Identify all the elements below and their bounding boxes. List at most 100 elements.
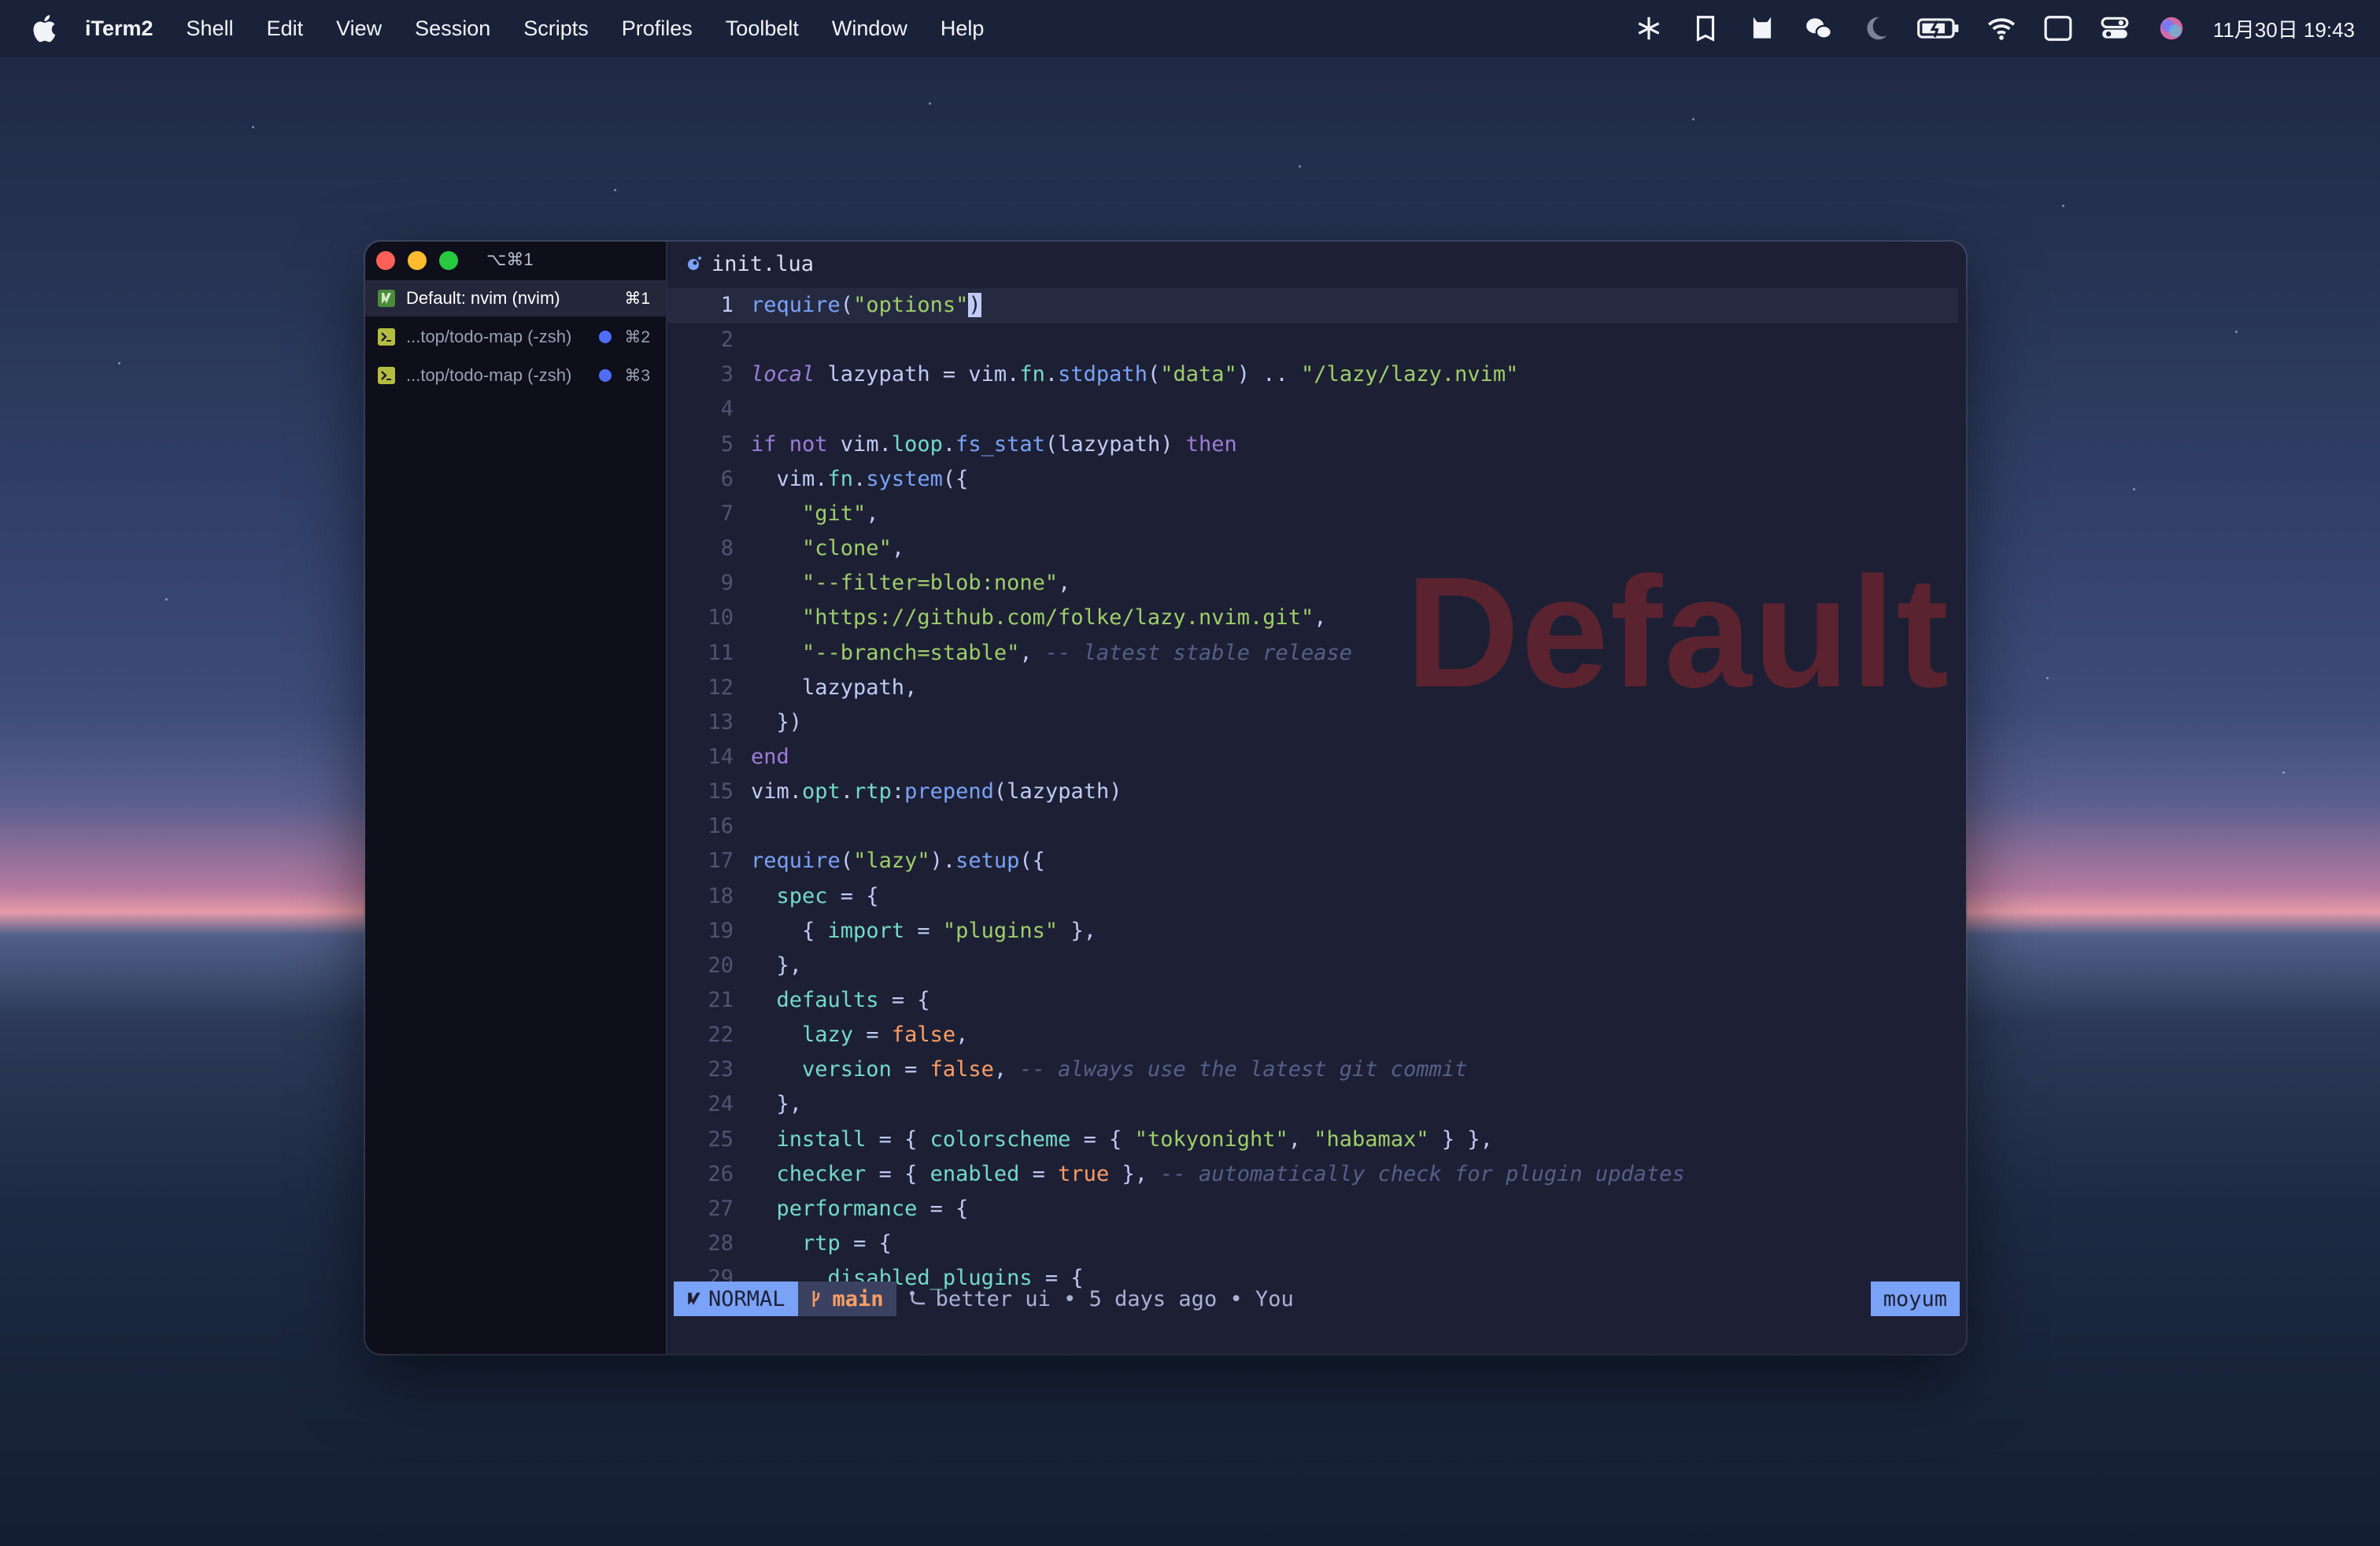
line-number: 22 <box>708 1023 734 1048</box>
line-number: 23 <box>708 1057 734 1082</box>
line-number: 11 <box>708 640 734 665</box>
buffer-filename: init.lua <box>711 251 815 276</box>
minimize-window-button[interactable] <box>408 251 427 270</box>
window-shortcut: ⌥⌘1 <box>486 250 534 269</box>
menu-session[interactable]: Session <box>415 17 490 41</box>
code-line[interactable]: 4 <box>667 392 1958 427</box>
menu-app-name[interactable]: iTerm2 <box>85 17 153 41</box>
tab-zsh-1[interactable]: ...top/todo-map (-zsh) ⌘2 <box>365 319 666 355</box>
line-text: local lazypath = vim.fn.stdpath("data") … <box>751 362 1519 387</box>
tab-title: Default: nvim (nvim) <box>406 288 560 308</box>
code-line[interactable]: 5 if not vim.loop.fs_stat(lazypath) then <box>667 427 1958 462</box>
line-text: end <box>751 744 789 769</box>
git-branch-icon <box>812 1291 819 1307</box>
cat-icon[interactable] <box>1747 13 1777 43</box>
code-line[interactable]: 6 vim.fn.system({ <box>667 462 1958 497</box>
siri-icon[interactable] <box>2156 13 2186 43</box>
code-line[interactable]: 1 require("options") <box>667 288 1958 323</box>
line-text: vim.opt.rtp:prepend(lazypath) <box>751 779 1122 804</box>
code-line[interactable]: 14 end <box>667 740 1958 775</box>
mode-indicator: NORMAL <box>674 1282 798 1316</box>
wifi-icon[interactable] <box>1986 13 2016 43</box>
nvim-editor[interactable]: init.lua Default 1 require("options") 2 3 lo… <box>667 242 1966 1354</box>
line-text: }, <box>751 952 803 978</box>
code-line[interactable]: 9 "--filter=blob:none", <box>667 566 1958 601</box>
tab-title: ...top/todo-map (-zsh) <box>406 327 572 346</box>
code-line[interactable]: 8 "clone", <box>667 531 1958 566</box>
tab-zsh-2[interactable]: ...top/todo-map (-zsh) ⌘3 <box>365 357 666 394</box>
line-number: 7 <box>720 501 734 526</box>
code-line[interactable]: 28 rtp = { <box>667 1226 1958 1261</box>
line-number: 8 <box>720 536 734 561</box>
line-text: performance = { <box>776 1196 969 1221</box>
code-line[interactable]: 11 "--branch=stable", -- latest stable r… <box>667 636 1958 671</box>
line-number: 20 <box>708 952 734 978</box>
code-line[interactable]: 24 }, <box>667 1087 1958 1122</box>
code-line[interactable]: 7 "git", <box>667 497 1958 531</box>
line-text: if not vim.loop.fs_stat(lazypath) then <box>751 431 1237 457</box>
code-line[interactable]: 10 "https://github.com/folke/lazy.nvim.g… <box>667 601 1958 635</box>
input-method-icon[interactable] <box>2043 13 2073 43</box>
git-blame: better ui • 5 days ago • You <box>909 1287 1294 1311</box>
code-line[interactable]: 3 local lazypath = vim.fn.stdpath("data")… <box>667 357 1958 392</box>
line-text: lazy = false, <box>802 1023 969 1048</box>
menu-bar: iTerm2 Shell Edit View Session Scripts P… <box>0 0 2380 57</box>
menu-profiles[interactable]: Profiles <box>622 17 693 41</box>
tab-shortcut: ⌘3 <box>624 366 650 385</box>
wechat-icon[interactable] <box>1804 13 1834 43</box>
line-number: 1 <box>720 293 734 317</box>
menu-toolbelt[interactable]: Toolbelt <box>726 17 799 41</box>
menu-help[interactable]: Help <box>941 17 985 41</box>
screen-sharing-icon[interactable] <box>1634 13 1664 43</box>
line-number: 13 <box>708 709 734 734</box>
status-line: NORMAL main better ui • 5 days ago • You… <box>674 1282 1960 1316</box>
line-number: 25 <box>708 1126 734 1152</box>
battery-charging-icon[interactable] <box>1916 13 1960 43</box>
code-line[interactable]: 26 checker = { enabled = true }, -- auto… <box>667 1157 1958 1192</box>
line-text: rtp = { <box>802 1231 892 1256</box>
line-number: 26 <box>708 1161 734 1186</box>
buffer-tab[interactable]: init.lua <box>667 242 814 286</box>
code-line[interactable]: 15 vim.opt.rtp:prepend(lazypath) <box>667 775 1958 809</box>
line-text: lazypath, <box>751 675 918 700</box>
commit-icon <box>909 1291 925 1305</box>
line-text: "https://github.com/folke/lazy.nvim.git"… <box>802 605 1327 631</box>
code-line[interactable]: 13 }) <box>667 705 1958 740</box>
line-number: 15 <box>708 779 734 804</box>
code-line[interactable]: 18 spec = { <box>667 879 1958 914</box>
close-window-button[interactable] <box>376 251 395 270</box>
code-line[interactable]: 22 lazy = false, <box>667 1018 1958 1052</box>
apple-logo-icon[interactable] <box>30 13 57 44</box>
window-titlebar[interactable]: ⌥⌘1 <box>365 242 666 279</box>
code-line[interactable]: 23 version = false, -- always use the la… <box>667 1052 1958 1087</box>
code-line[interactable]: 21 defaults = { <box>667 983 1958 1018</box>
line-text: checker = { enabled = true }, -- automat… <box>776 1161 1685 1186</box>
menu-scripts[interactable]: Scripts <box>523 17 589 41</box>
notes-icon[interactable] <box>1691 13 1720 43</box>
code-line[interactable]: 17 require("lazy").setup({ <box>667 844 1958 878</box>
zoom-window-button[interactable] <box>439 251 458 270</box>
line-text: }, <box>751 1092 803 1117</box>
tab-nvim[interactable]: Default: nvim (nvim) ⌘1 <box>365 280 666 316</box>
menu-window[interactable]: Window <box>832 17 907 41</box>
menu-edit[interactable]: Edit <box>267 17 304 41</box>
menu-extras: 11月30日 19:43 <box>1634 0 2355 57</box>
code-line[interactable]: 16 <box>667 809 1958 844</box>
tab-title: ...top/todo-map (-zsh) <box>406 365 572 385</box>
moon-icon[interactable] <box>1861 13 1890 43</box>
line-number: 19 <box>708 918 734 943</box>
code-line[interactable]: 19 { import = "plugins" }, <box>667 914 1958 949</box>
code-line[interactable]: 27 performance = { <box>667 1192 1958 1226</box>
iterm-window: ⌥⌘1 Default: nvim (nvim) ⌘1 ...top/todo-… <box>365 242 1966 1354</box>
code-line[interactable]: 2 <box>667 323 1958 357</box>
code-line[interactable]: 25 install = { colorscheme = { "tokyonig… <box>667 1123 1958 1157</box>
line-text: "git", <box>802 501 879 526</box>
menu-shell[interactable]: Shell <box>187 17 234 41</box>
control-center-icon[interactable] <box>2100 13 2130 43</box>
menubar-clock[interactable]: 11月30日 19:43 <box>2213 14 2355 43</box>
code-line[interactable]: 20 }, <box>667 949 1958 983</box>
activity-indicator <box>599 331 612 343</box>
code-line[interactable]: 12 lazypath, <box>667 671 1958 705</box>
line-number: 17 <box>708 849 734 874</box>
menu-view[interactable]: View <box>336 17 382 41</box>
